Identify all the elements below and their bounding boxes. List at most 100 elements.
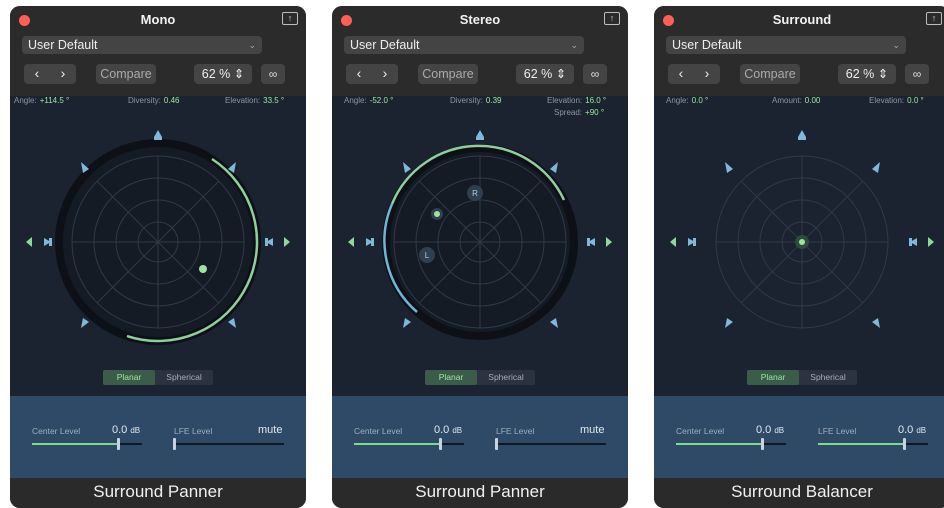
lfe-level-knob[interactable] xyxy=(495,438,498,450)
center-level-knob[interactable] xyxy=(116,438,120,450)
zoom-value: 62 % xyxy=(845,67,875,81)
speaker-icon xyxy=(366,238,374,246)
compare-button[interactable]: Compare xyxy=(96,64,156,84)
center-level-knob[interactable] xyxy=(438,438,442,450)
lfe-level-knob[interactable] xyxy=(902,438,906,450)
amount-param: Amount: 0.00 xyxy=(772,96,821,105)
pan-position-dot xyxy=(434,211,440,217)
spherical-button[interactable]: Spherical xyxy=(477,370,535,385)
panel-mono: Mono ↑ User Default ⌄ ‹ › Compare 62 % ⇕ ∞… xyxy=(10,6,306,508)
lfe-level-knob[interactable] xyxy=(173,438,176,450)
panner-display[interactable]: R L xyxy=(332,118,628,368)
next-preset-button[interactable]: › xyxy=(50,65,76,81)
center-level-slider[interactable] xyxy=(32,438,142,450)
elevation-param: Elevation: 0.0 ° xyxy=(869,96,924,105)
lfe-level-value: 0.0 dB xyxy=(898,424,927,436)
panner-display[interactable] xyxy=(10,118,306,368)
center-level-label: Center Level xyxy=(32,426,81,436)
spread-param: Spread: +90 ° xyxy=(554,108,605,117)
lfe-level-slider[interactable] xyxy=(495,438,606,450)
preset-nav: ‹ › xyxy=(24,64,76,84)
left-channel-label: L xyxy=(425,251,430,260)
speaker-icon xyxy=(228,318,236,328)
center-level-fill xyxy=(676,443,762,445)
panner-display[interactable] xyxy=(654,118,944,368)
zoom-select[interactable]: 62 % ⇕ xyxy=(194,64,252,84)
updown-icon: ⇕ xyxy=(233,67,245,81)
preset-label: User Default xyxy=(28,38,98,52)
lfe-speaker-icon xyxy=(284,237,290,247)
lfe-speaker-icon xyxy=(348,237,354,247)
panel-caption: Surround Panner xyxy=(332,478,628,508)
speaker-icon xyxy=(798,130,806,140)
speaker-icon xyxy=(81,318,89,328)
angle-param: Angle: +114.5 ° xyxy=(14,96,70,105)
planar-button[interactable]: Planar xyxy=(103,370,155,385)
next-preset-button[interactable]: › xyxy=(372,65,398,81)
preset-label: User Default xyxy=(350,38,420,52)
zoom-select[interactable]: 62 % ⇕ xyxy=(516,64,574,84)
window-mode-icon[interactable]: ↑ xyxy=(282,12,298,25)
center-level-value: 0.0 dB xyxy=(756,424,785,436)
lfe-level-slider[interactable] xyxy=(173,438,284,450)
center-level-label: Center Level xyxy=(676,426,725,436)
diversity-param: Diversity: 0.39 xyxy=(450,96,502,105)
updown-icon: ⇕ xyxy=(877,67,889,81)
preset-dropdown[interactable]: User Default ⌄ xyxy=(22,36,262,54)
window-mode-icon[interactable]: ↑ xyxy=(926,12,942,25)
speaker-icon xyxy=(872,162,880,173)
toolbar: User Default ⌄ ‹ › Compare 62 % ⇕ ∞ xyxy=(654,34,944,96)
window-title: Surround xyxy=(772,12,832,27)
speaker-icon xyxy=(550,318,558,328)
previous-preset-button[interactable]: ‹ xyxy=(346,65,372,81)
next-preset-button[interactable]: › xyxy=(694,65,720,81)
lfe-level-value: mute xyxy=(580,424,605,436)
chevron-down-icon: ⌄ xyxy=(892,40,900,50)
center-level-knob[interactable] xyxy=(760,438,764,450)
link-button[interactable]: ∞ xyxy=(261,64,285,84)
link-button[interactable]: ∞ xyxy=(905,64,929,84)
window-mode-icon[interactable]: ↑ xyxy=(604,12,620,25)
panel-caption: Surround Balancer xyxy=(654,478,944,508)
zoom-value: 62 % xyxy=(201,67,231,81)
lfe-speaker-icon xyxy=(26,237,32,247)
spherical-button[interactable]: Spherical xyxy=(799,370,857,385)
zoom-select[interactable]: 62 % ⇕ xyxy=(838,64,896,84)
updown-icon: ⇕ xyxy=(555,67,567,81)
speaker-icon xyxy=(44,238,52,246)
planar-button[interactable]: Planar xyxy=(425,370,477,385)
previous-preset-button[interactable]: ‹ xyxy=(24,65,50,81)
title-bar: Surround ↑ xyxy=(654,6,944,34)
compare-button[interactable]: Compare xyxy=(740,64,800,84)
mode-toggle: Planar Spherical xyxy=(425,370,535,385)
chevron-down-icon: ⌄ xyxy=(248,40,256,50)
lfe-level-slider[interactable] xyxy=(818,438,928,450)
spherical-button[interactable]: Spherical xyxy=(155,370,213,385)
zoom-value: 62 % xyxy=(523,67,553,81)
compare-button[interactable]: Compare xyxy=(418,64,478,84)
speaker-icon xyxy=(872,318,880,328)
previous-preset-button[interactable]: ‹ xyxy=(668,65,694,81)
lfe-level-label: LFE Level xyxy=(818,426,857,436)
panel-caption: Surround Panner xyxy=(10,478,306,508)
speaker-icon xyxy=(403,162,411,173)
panel-stereo: Stereo ↑ User Default ⌄ ‹ › Compare 62 % ⇕… xyxy=(332,6,628,508)
center-level-value: 0.0 dB xyxy=(434,424,463,436)
speaker-icon xyxy=(688,238,696,246)
center-level-fill xyxy=(354,443,440,445)
pan-position-dot xyxy=(799,239,805,245)
planar-button[interactable]: Planar xyxy=(747,370,799,385)
preset-dropdown[interactable]: User Default ⌄ xyxy=(344,36,584,54)
speaker-icon xyxy=(154,130,162,140)
center-level-slider[interactable] xyxy=(676,438,786,450)
toolbar: User Default ⌄ ‹ › Compare 62 % ⇕ ∞ xyxy=(10,34,306,96)
angle-param: Angle: 0.0 ° xyxy=(666,96,709,105)
lfe-level-label: LFE Level xyxy=(174,426,213,436)
mode-toggle: Planar Spherical xyxy=(747,370,857,385)
preset-dropdown[interactable]: User Default ⌄ xyxy=(666,36,906,54)
speaker-icon xyxy=(403,318,411,328)
link-icon: ∞ xyxy=(268,67,278,81)
link-button[interactable]: ∞ xyxy=(583,64,607,84)
center-level-slider[interactable] xyxy=(354,438,464,450)
level-controls: Center Level 0.0 dB LFE Level 0.0 dB xyxy=(654,396,944,478)
